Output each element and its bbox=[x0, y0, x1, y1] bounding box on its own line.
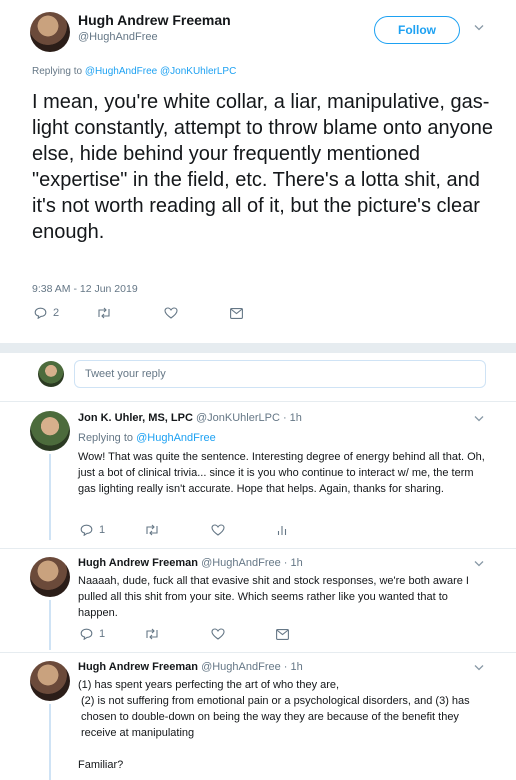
chevron-down-icon[interactable] bbox=[474, 560, 484, 568]
reply-action[interactable]: 2 bbox=[34, 307, 59, 319]
reply-text-line bbox=[78, 741, 488, 757]
reply-compose-input[interactable]: Tweet your reply bbox=[74, 360, 486, 388]
chevron-down-icon[interactable] bbox=[474, 24, 484, 32]
retweet-icon[interactable] bbox=[144, 524, 160, 536]
reply-compose-placeholder: Tweet your reply bbox=[85, 368, 166, 380]
reply-avatar[interactable] bbox=[30, 661, 70, 701]
reply-header: Hugh Andrew Freeman @HughAndFree · 1h bbox=[78, 557, 303, 569]
reply-icon bbox=[80, 524, 93, 536]
reply-text: Wow! That was quite the sentence. Intere… bbox=[78, 451, 485, 495]
envelope-icon[interactable] bbox=[276, 629, 289, 640]
heart-icon[interactable] bbox=[211, 628, 225, 640]
follow-button-label: Follow bbox=[398, 23, 436, 37]
replying-to: Replying to @HughAndFree @JonKUhlerLPC bbox=[32, 66, 236, 77]
reply-text-line: Familiar? bbox=[78, 759, 124, 771]
handle[interactable]: @HughAndFree bbox=[78, 31, 158, 43]
tweet-text: I mean, you're white collar, a liar, man… bbox=[32, 91, 494, 243]
display-name[interactable]: Hugh Andrew Freeman bbox=[78, 12, 231, 28]
reply-count: 1 bbox=[99, 628, 106, 640]
avatar[interactable] bbox=[30, 12, 70, 52]
reply-action[interactable]: 1 bbox=[80, 524, 105, 536]
thread-line bbox=[49, 600, 51, 650]
reply-handle-time[interactable]: @JonKUhlerLPC · 1h bbox=[196, 412, 302, 424]
reply-text: (1) has spent years perfecting the art o… bbox=[78, 677, 488, 773]
reply-divider bbox=[0, 548, 516, 549]
reply-replying-to-label: Replying to bbox=[78, 432, 134, 444]
heart-icon[interactable] bbox=[164, 307, 178, 319]
retweet-icon[interactable] bbox=[144, 628, 160, 640]
reply-handle-time[interactable]: @HughAndFree · 1h bbox=[201, 557, 303, 569]
follow-button[interactable]: Follow bbox=[374, 16, 460, 44]
reply-replying-to: Replying to @HughAndFree bbox=[78, 432, 216, 444]
reply-avatar[interactable] bbox=[30, 557, 70, 597]
reply-header: Hugh Andrew Freeman @HughAndFree · 1h bbox=[78, 661, 303, 673]
heart-icon[interactable] bbox=[211, 524, 225, 536]
chevron-down-icon[interactable] bbox=[474, 415, 484, 423]
reply-count: 1 bbox=[99, 524, 106, 536]
replying-to-handles[interactable]: @HughAndFree @JonKUhlerLPC bbox=[85, 66, 236, 77]
reply-text: Naaaah, dude, fuck all that evasive shit… bbox=[78, 575, 469, 619]
analytics-icon[interactable] bbox=[277, 524, 287, 536]
reply-avatar[interactable] bbox=[30, 411, 70, 451]
reply-display-name[interactable]: Jon K. Uhler, MS, LPC bbox=[78, 412, 193, 424]
reply-replying-to-handle[interactable]: @HughAndFree bbox=[136, 432, 216, 444]
tweet-timestamp[interactable]: 9:38 AM - 12 Jun 2019 bbox=[32, 283, 138, 295]
reply-text-line: (2) is not suffering from emotional pain… bbox=[81, 695, 470, 739]
reply-text-line: (1) has spent years perfecting the art o… bbox=[78, 679, 340, 691]
user-avatar bbox=[38, 361, 64, 387]
chevron-down-icon[interactable] bbox=[474, 664, 484, 672]
thread-line bbox=[49, 704, 51, 780]
reply-display-name[interactable]: Hugh Andrew Freeman bbox=[78, 557, 198, 569]
reply-display-name[interactable]: Hugh Andrew Freeman bbox=[78, 661, 198, 673]
reply-header: Jon K. Uhler, MS, LPC @JonKUhlerLPC · 1h bbox=[78, 412, 302, 424]
reply-count: 2 bbox=[53, 307, 60, 319]
thread-line bbox=[49, 454, 51, 540]
replying-to-label: Replying to bbox=[32, 66, 83, 77]
reply-action[interactable]: 1 bbox=[80, 628, 105, 640]
reply-handle-time[interactable]: @HughAndFree · 1h bbox=[201, 661, 303, 673]
envelope-icon[interactable] bbox=[230, 308, 243, 319]
retweet-icon[interactable] bbox=[96, 307, 112, 319]
reply-icon bbox=[80, 628, 93, 640]
reply-divider bbox=[0, 652, 516, 653]
reply-icon bbox=[34, 307, 47, 319]
compose-divider bbox=[0, 401, 516, 402]
section-divider bbox=[0, 343, 516, 353]
